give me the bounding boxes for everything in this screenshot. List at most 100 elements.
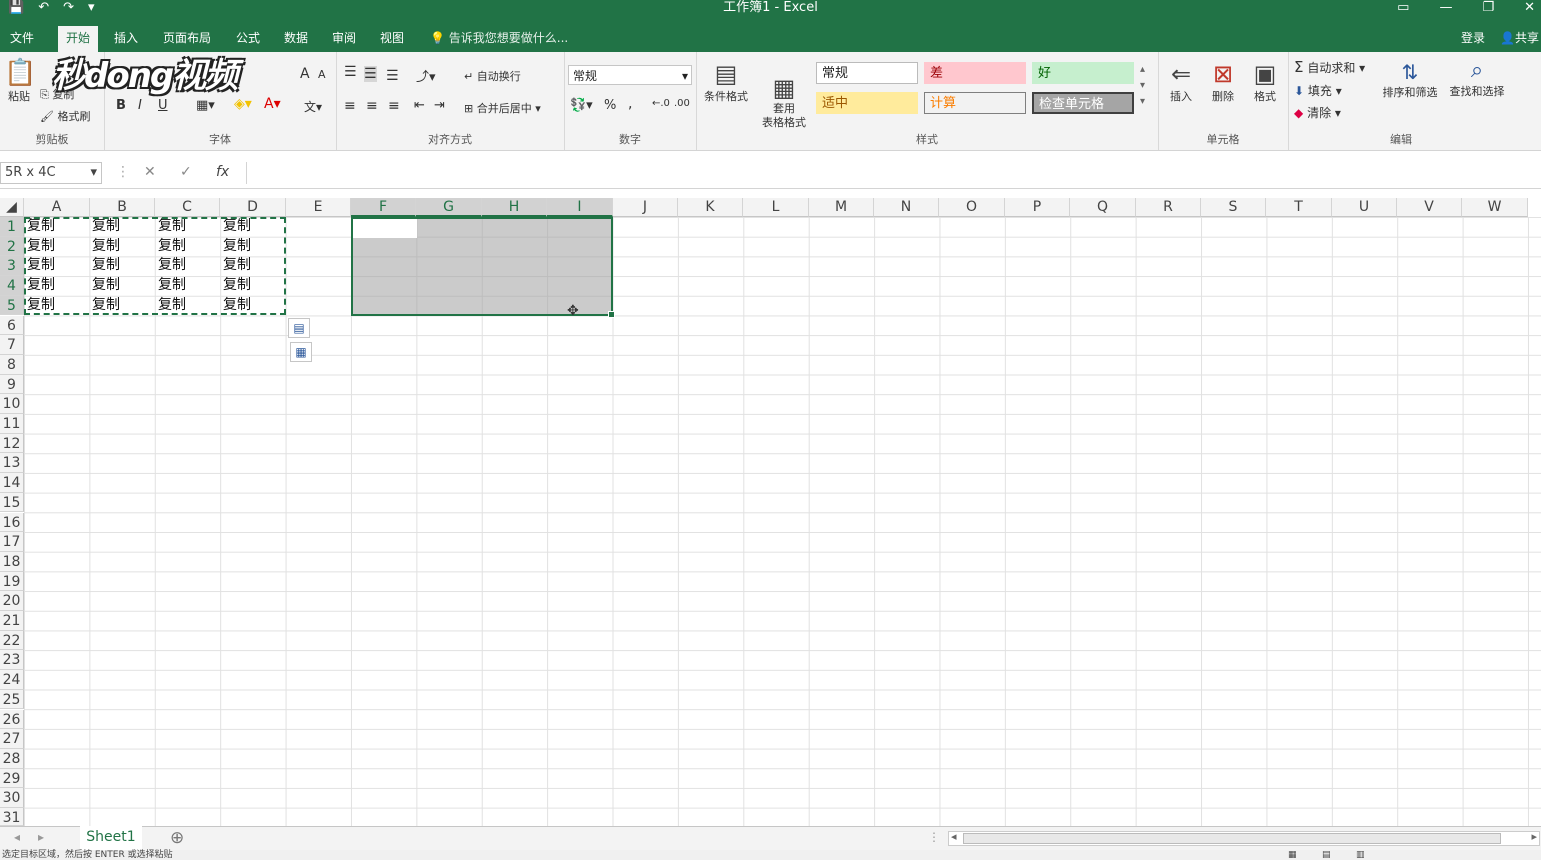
align-center-icon[interactable]: ≡ <box>366 98 378 114</box>
tab-file[interactable]: 文件 <box>2 26 42 52</box>
row-header[interactable]: 19 <box>0 571 24 592</box>
drag-handle-icon[interactable]: ⋮ <box>116 164 130 180</box>
tab-view[interactable]: 视图 <box>372 26 412 52</box>
scroll-left-icon[interactable]: ◂ <box>951 830 957 843</box>
row-header[interactable]: 12 <box>0 433 24 454</box>
tab-data[interactable]: 数据 <box>276 26 316 52</box>
style-neutral[interactable]: 适中 <box>816 92 918 114</box>
fill-color-icon[interactable]: ◈▾ <box>234 96 252 112</box>
row-header[interactable]: 11 <box>0 414 24 434</box>
align-bottom-icon[interactable]: ☰ <box>386 68 399 84</box>
column-header[interactable]: J <box>613 198 678 217</box>
share-button[interactable]: 👤共享 <box>1500 26 1539 50</box>
orientation-icon[interactable]: ⤴▾ <box>416 66 436 85</box>
column-header[interactable]: B <box>90 198 155 217</box>
row-header[interactable]: 20 <box>0 591 24 611</box>
increase-decimal-icon[interactable]: ←.0 <box>652 98 670 109</box>
comma-button[interactable]: , <box>628 96 632 112</box>
row-header[interactable]: 22 <box>0 630 24 651</box>
sort-filter-button[interactable]: ⇅ 排序和筛选 <box>1380 60 1440 100</box>
font-shrink-button[interactable]: A <box>318 68 326 81</box>
row-header[interactable]: 10 <box>0 394 24 414</box>
number-format-dropdown[interactable]: 常规 ▾ <box>568 65 692 85</box>
column-header[interactable]: N <box>874 198 939 217</box>
column-header[interactable]: U <box>1332 198 1397 217</box>
row-header[interactable]: 23 <box>0 650 24 671</box>
row-header[interactable]: 21 <box>0 611 24 631</box>
page-break-view-icon[interactable]: ▥ <box>1356 850 1365 860</box>
clear-button[interactable]: ◆ 清除 ▾ <box>1294 104 1341 121</box>
paste-options-icon[interactable]: ▤ <box>288 318 310 338</box>
align-left-icon[interactable]: ≡ <box>344 98 356 114</box>
align-right-icon[interactable]: ≡ <box>388 98 400 114</box>
find-select-button[interactable]: ⌕ 查找和选择 <box>1446 58 1508 99</box>
style-calculation[interactable]: 计算 <box>924 92 1026 114</box>
autosum-button[interactable]: Σ 自动求和 ▾ <box>1294 58 1365 76</box>
font-color-icon[interactable]: A▾ <box>264 96 281 112</box>
column-header[interactable]: S <box>1201 198 1266 217</box>
row-header[interactable]: 24 <box>0 670 24 690</box>
italic-button[interactable]: I <box>138 98 142 113</box>
row-header[interactable]: 2 <box>0 236 24 257</box>
font-grow-button[interactable]: A <box>300 66 310 82</box>
increase-indent-icon[interactable]: ⇥ <box>434 98 445 113</box>
decrease-indent-icon[interactable]: ⇤ <box>414 98 425 113</box>
phonetic-icon[interactable]: 文▾ <box>304 98 322 115</box>
quick-analysis-icon[interactable]: ▦ <box>290 342 312 362</box>
column-header[interactable]: W <box>1462 198 1528 217</box>
active-cell[interactable] <box>353 219 417 238</box>
row-header[interactable]: 9 <box>0 374 24 395</box>
style-good[interactable]: 好 <box>1032 62 1134 84</box>
row-header[interactable]: 3 <box>0 256 24 277</box>
column-header[interactable]: F <box>351 198 416 217</box>
scroll-right-icon[interactable]: ▸ <box>1531 830 1537 843</box>
page-layout-view-icon[interactable]: ▤ <box>1322 850 1331 860</box>
paste-button[interactable]: 📋 粘贴 <box>4 58 36 104</box>
row-header[interactable]: 28 <box>0 748 24 769</box>
borders-icon[interactable]: ▦▾ <box>196 98 215 113</box>
style-bad[interactable]: 差 <box>924 62 1026 84</box>
ribbon-display-icon[interactable]: ▭ <box>1397 0 1409 16</box>
column-header[interactable]: L <box>743 198 809 217</box>
column-header[interactable]: R <box>1136 198 1201 217</box>
cancel-icon[interactable]: ✕ <box>144 164 156 180</box>
insert-cells-button[interactable]: ⇐ 插入 <box>1164 60 1198 104</box>
style-check-cell[interactable]: 检查单元格 <box>1032 92 1134 114</box>
format-cells-button[interactable]: ▣ 格式 <box>1248 60 1282 104</box>
column-header[interactable]: E <box>286 198 351 217</box>
row-header[interactable]: 25 <box>0 689 24 710</box>
column-header[interactable]: G <box>416 198 482 217</box>
row-header[interactable]: 17 <box>0 532 24 552</box>
row-header[interactable]: 6 <box>0 315 24 336</box>
row-header[interactable]: 30 <box>0 788 24 808</box>
row-header[interactable]: 1 <box>0 217 24 237</box>
tab-split-handle-icon[interactable]: ⋮ <box>928 830 940 844</box>
select-all-corner[interactable]: ◢ <box>0 198 24 217</box>
column-header[interactable]: H <box>482 198 547 217</box>
percent-button[interactable]: % <box>604 98 616 113</box>
row-header[interactable]: 8 <box>0 354 24 375</box>
add-sheet-icon[interactable]: ⊕ <box>170 828 184 848</box>
format-painter-button[interactable]: 🖌 格式刷 <box>40 108 90 124</box>
merge-center-button[interactable]: ⊞ 合并后居中 ▾ <box>464 100 541 116</box>
row-header[interactable]: 18 <box>0 551 24 572</box>
column-header[interactable]: M <box>809 198 874 217</box>
restore-icon[interactable]: ❐ <box>1482 0 1494 16</box>
row-header[interactable]: 5 <box>0 295 24 316</box>
login-link[interactable]: 登录 <box>1461 26 1485 50</box>
decrease-decimal-icon[interactable]: .00 <box>674 98 690 109</box>
tell-me-box[interactable]: 💡 告诉我您想要做什么... <box>430 26 568 50</box>
row-header[interactable]: 29 <box>0 768 24 789</box>
accounting-format-icon[interactable]: 💱▾ <box>570 98 593 113</box>
row-header[interactable]: 14 <box>0 473 24 493</box>
name-box[interactable]: 5R x 4C ▾ <box>0 162 102 184</box>
close-icon[interactable]: ✕ <box>1524 0 1535 16</box>
selected-range[interactable] <box>351 217 615 318</box>
column-header[interactable]: T <box>1266 198 1332 217</box>
conditional-format-button[interactable]: ▤ 条件格式 <box>700 60 752 104</box>
row-header[interactable]: 26 <box>0 709 24 730</box>
row-header[interactable]: 7 <box>0 335 24 355</box>
row-header[interactable]: 13 <box>0 453 24 474</box>
insert-function-icon[interactable]: fx <box>216 164 229 180</box>
styles-scroll-icon[interactable]: ▴ ▾ ▾ <box>1140 62 1145 110</box>
